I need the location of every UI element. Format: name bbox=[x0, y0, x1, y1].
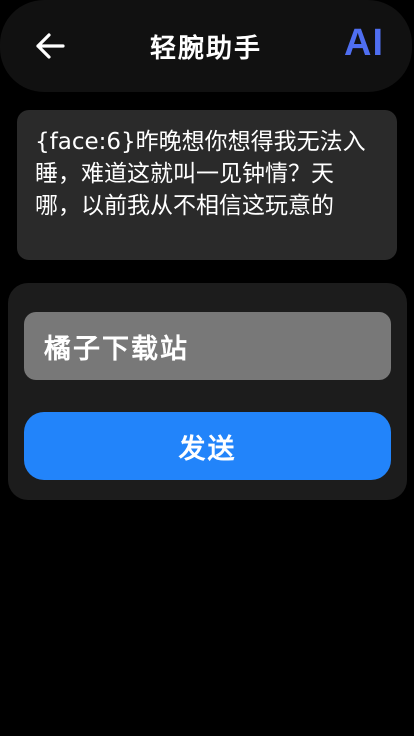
composer-card: 橘子下载站 发送 bbox=[8, 283, 407, 500]
message-input[interactable]: 橘子下载站 bbox=[24, 312, 391, 380]
app-header: 轻腕助手 AI bbox=[0, 0, 412, 92]
message-text: {face:6}昨晚想你想得我无法入睡，难道这就叫一见钟情？天哪，以前我从不相信… bbox=[35, 129, 366, 219]
send-button[interactable]: 发送 bbox=[24, 412, 391, 480]
ai-badge[interactable]: AI bbox=[344, 22, 384, 65]
message-card: {face:6}昨晚想你想得我无法入睡，难道这就叫一见钟情？天哪，以前我从不相信… bbox=[17, 110, 397, 260]
